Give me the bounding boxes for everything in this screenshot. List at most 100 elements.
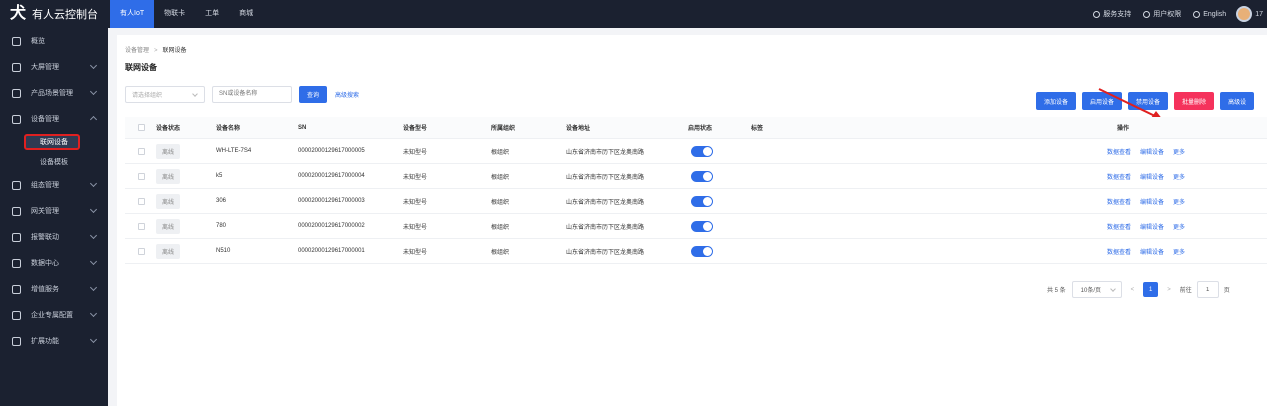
sidebar-item-label: 设备管理 (31, 116, 59, 123)
language-label: English (1203, 10, 1227, 18)
view-data-link[interactable]: 数据查看 (1107, 172, 1131, 181)
pagination: 共 5 条 10条/页 < 1 > 前往 页 (1047, 281, 1230, 298)
page-number-current[interactable]: 1 (1143, 282, 1159, 297)
sidebar-subitem-label: 联网设备 (40, 139, 68, 146)
enable-toggle[interactable] (691, 145, 713, 157)
chevron-down-icon (89, 309, 98, 318)
more-link[interactable]: 更多 (1173, 172, 1185, 181)
topnav-shop[interactable]: 商城 (229, 0, 263, 28)
org-select-placeholder: 请选择组织 (132, 92, 163, 99)
row-checkbox[interactable] (138, 222, 145, 230)
prev-page-button[interactable]: < (1131, 287, 1135, 293)
user-name[interactable]: 17 (1255, 11, 1263, 18)
enable-toggle[interactable] (691, 220, 713, 232)
more-link[interactable]: 更多 (1173, 147, 1185, 156)
device-name: k5 (216, 173, 223, 179)
support-link[interactable]: 服务支持 (1093, 9, 1131, 19)
status-badge: 离线 (156, 193, 181, 209)
header-right: 服务支持 用户权限 English 17 (1081, 0, 1267, 28)
sidebar-item-gateway[interactable]: 网关管理 (0, 198, 108, 224)
batch-delete-button[interactable]: 批量删除 (1174, 92, 1215, 110)
device-name: 306 (216, 198, 227, 204)
sidebar-item-device[interactable]: 设备管理 (0, 106, 108, 132)
support-label: 服务支持 (1103, 11, 1132, 18)
page-size-select[interactable]: 10条/页 (1071, 281, 1122, 298)
screen-icon (12, 62, 21, 72)
select-all-checkbox[interactable] (138, 124, 145, 131)
edit-device-link[interactable]: 编辑设备 (1140, 172, 1164, 181)
sidebar-subitem-networked-devices[interactable]: 联网设备 (0, 132, 108, 152)
enable-toggle[interactable] (691, 195, 713, 207)
top-nav: 有人IoT 物联卡 工单 商城 (110, 0, 263, 28)
view-data-link[interactable]: 数据查看 (1107, 147, 1131, 156)
row-checkbox[interactable] (138, 197, 145, 205)
chart-icon (12, 258, 21, 268)
action-bar: 添加设备 启用设备 禁用设备 批量删除 高级设 (1030, 92, 1255, 110)
edit-device-link[interactable]: 编辑设备 (1140, 247, 1164, 256)
chevron-down-icon (89, 205, 98, 214)
disable-device-button[interactable]: 禁用设备 (1128, 92, 1169, 110)
sidebar-item-extend[interactable]: 扩展功能 (0, 328, 108, 354)
chevron-down-icon (89, 257, 98, 266)
org-select[interactable]: 请选择组织 (125, 85, 205, 103)
edit-device-link[interactable]: 编辑设备 (1140, 147, 1164, 156)
sidebar-item-label: 概览 (31, 38, 45, 45)
enable-device-button[interactable]: 启用设备 (1082, 92, 1123, 110)
device-sn: 00002000129617000003 (298, 198, 365, 204)
device-model: 未知型号 (403, 199, 428, 206)
chevron-down-icon (89, 283, 98, 292)
sidebar-item-data[interactable]: 数据中心 (0, 250, 108, 276)
enable-toggle[interactable] (691, 245, 713, 257)
page-suffix: 页 (1223, 288, 1230, 294)
device-table: 设备状态 设备名称 SN 设备型号 所属组织 设备地址 启用状态 标签 操作 离… (125, 117, 1267, 264)
breadcrumb-parent[interactable]: 设备管理 (125, 48, 149, 54)
query-button[interactable]: 查询 (299, 85, 328, 103)
row-checkbox[interactable] (138, 147, 145, 155)
sidebar-item-enterprise[interactable]: 企业专属配置 (0, 302, 108, 328)
edit-device-link[interactable]: 编辑设备 (1140, 197, 1164, 206)
logo[interactable]: 犬 有人云控制台 (0, 0, 108, 28)
sidebar: 概览 大屏管理 产品场景管理 设备管理 联网设备 设备模板 组态管理 网关管理 … (0, 28, 108, 406)
more-link[interactable]: 更多 (1173, 222, 1185, 231)
more-link[interactable]: 更多 (1173, 247, 1185, 256)
more-link[interactable]: 更多 (1173, 197, 1185, 206)
device-address: 山东省济南市历下区龙奥南路 (566, 249, 645, 256)
search-input[interactable] (212, 85, 292, 103)
device-address: 山东省济南市历下区龙奥南路 (566, 149, 645, 156)
view-data-link[interactable]: 数据查看 (1107, 197, 1131, 206)
goto-page-input[interactable] (1196, 281, 1219, 298)
sidebar-item-config[interactable]: 组态管理 (0, 172, 108, 198)
next-page-button[interactable]: > (1167, 287, 1171, 293)
row-checkbox[interactable] (138, 247, 145, 255)
edit-device-link[interactable]: 编辑设备 (1140, 222, 1164, 231)
chevron-down-icon (89, 87, 98, 96)
config-icon (12, 180, 21, 190)
permission-link[interactable]: 用户权限 (1143, 9, 1181, 19)
device-name: 780 (216, 223, 227, 229)
row-checkbox[interactable] (138, 172, 145, 180)
sidebar-item-screen[interactable]: 大屏管理 (0, 54, 108, 80)
sidebar-item-label: 扩展功能 (31, 338, 59, 345)
device-address: 山东省济南市历下区龙奥南路 (566, 199, 645, 206)
topnav-ticket[interactable]: 工单 (195, 0, 229, 28)
advanced-search-link[interactable]: 高级搜索 (335, 90, 359, 99)
sidebar-item-overview[interactable]: 概览 (0, 28, 108, 54)
avatar[interactable] (1236, 6, 1253, 22)
device-sn: 00002000129617000005 (298, 148, 365, 154)
view-data-link[interactable]: 数据查看 (1107, 222, 1131, 231)
view-data-link[interactable]: 数据查看 (1107, 247, 1131, 256)
sidebar-item-label: 增值服务 (31, 286, 59, 293)
add-device-button[interactable]: 添加设备 (1036, 92, 1077, 110)
language-switch[interactable]: English (1193, 10, 1227, 18)
advanced-settings-button[interactable]: 高级设 (1220, 92, 1255, 110)
col-tags: 标签 (751, 126, 764, 132)
topnav-sim[interactable]: 物联卡 (154, 0, 195, 28)
sidebar-item-alarm[interactable]: 报警联动 (0, 224, 108, 250)
enable-toggle[interactable] (691, 170, 713, 182)
chevron-down-icon (1109, 286, 1116, 292)
sidebar-item-product[interactable]: 产品场景管理 (0, 80, 108, 106)
device-sn: 00002000129617000004 (298, 173, 365, 179)
topnav-iot[interactable]: 有人IoT (110, 0, 155, 28)
sidebar-subitem-device-template[interactable]: 设备模板 (0, 152, 108, 172)
sidebar-item-service[interactable]: 增值服务 (0, 276, 108, 302)
